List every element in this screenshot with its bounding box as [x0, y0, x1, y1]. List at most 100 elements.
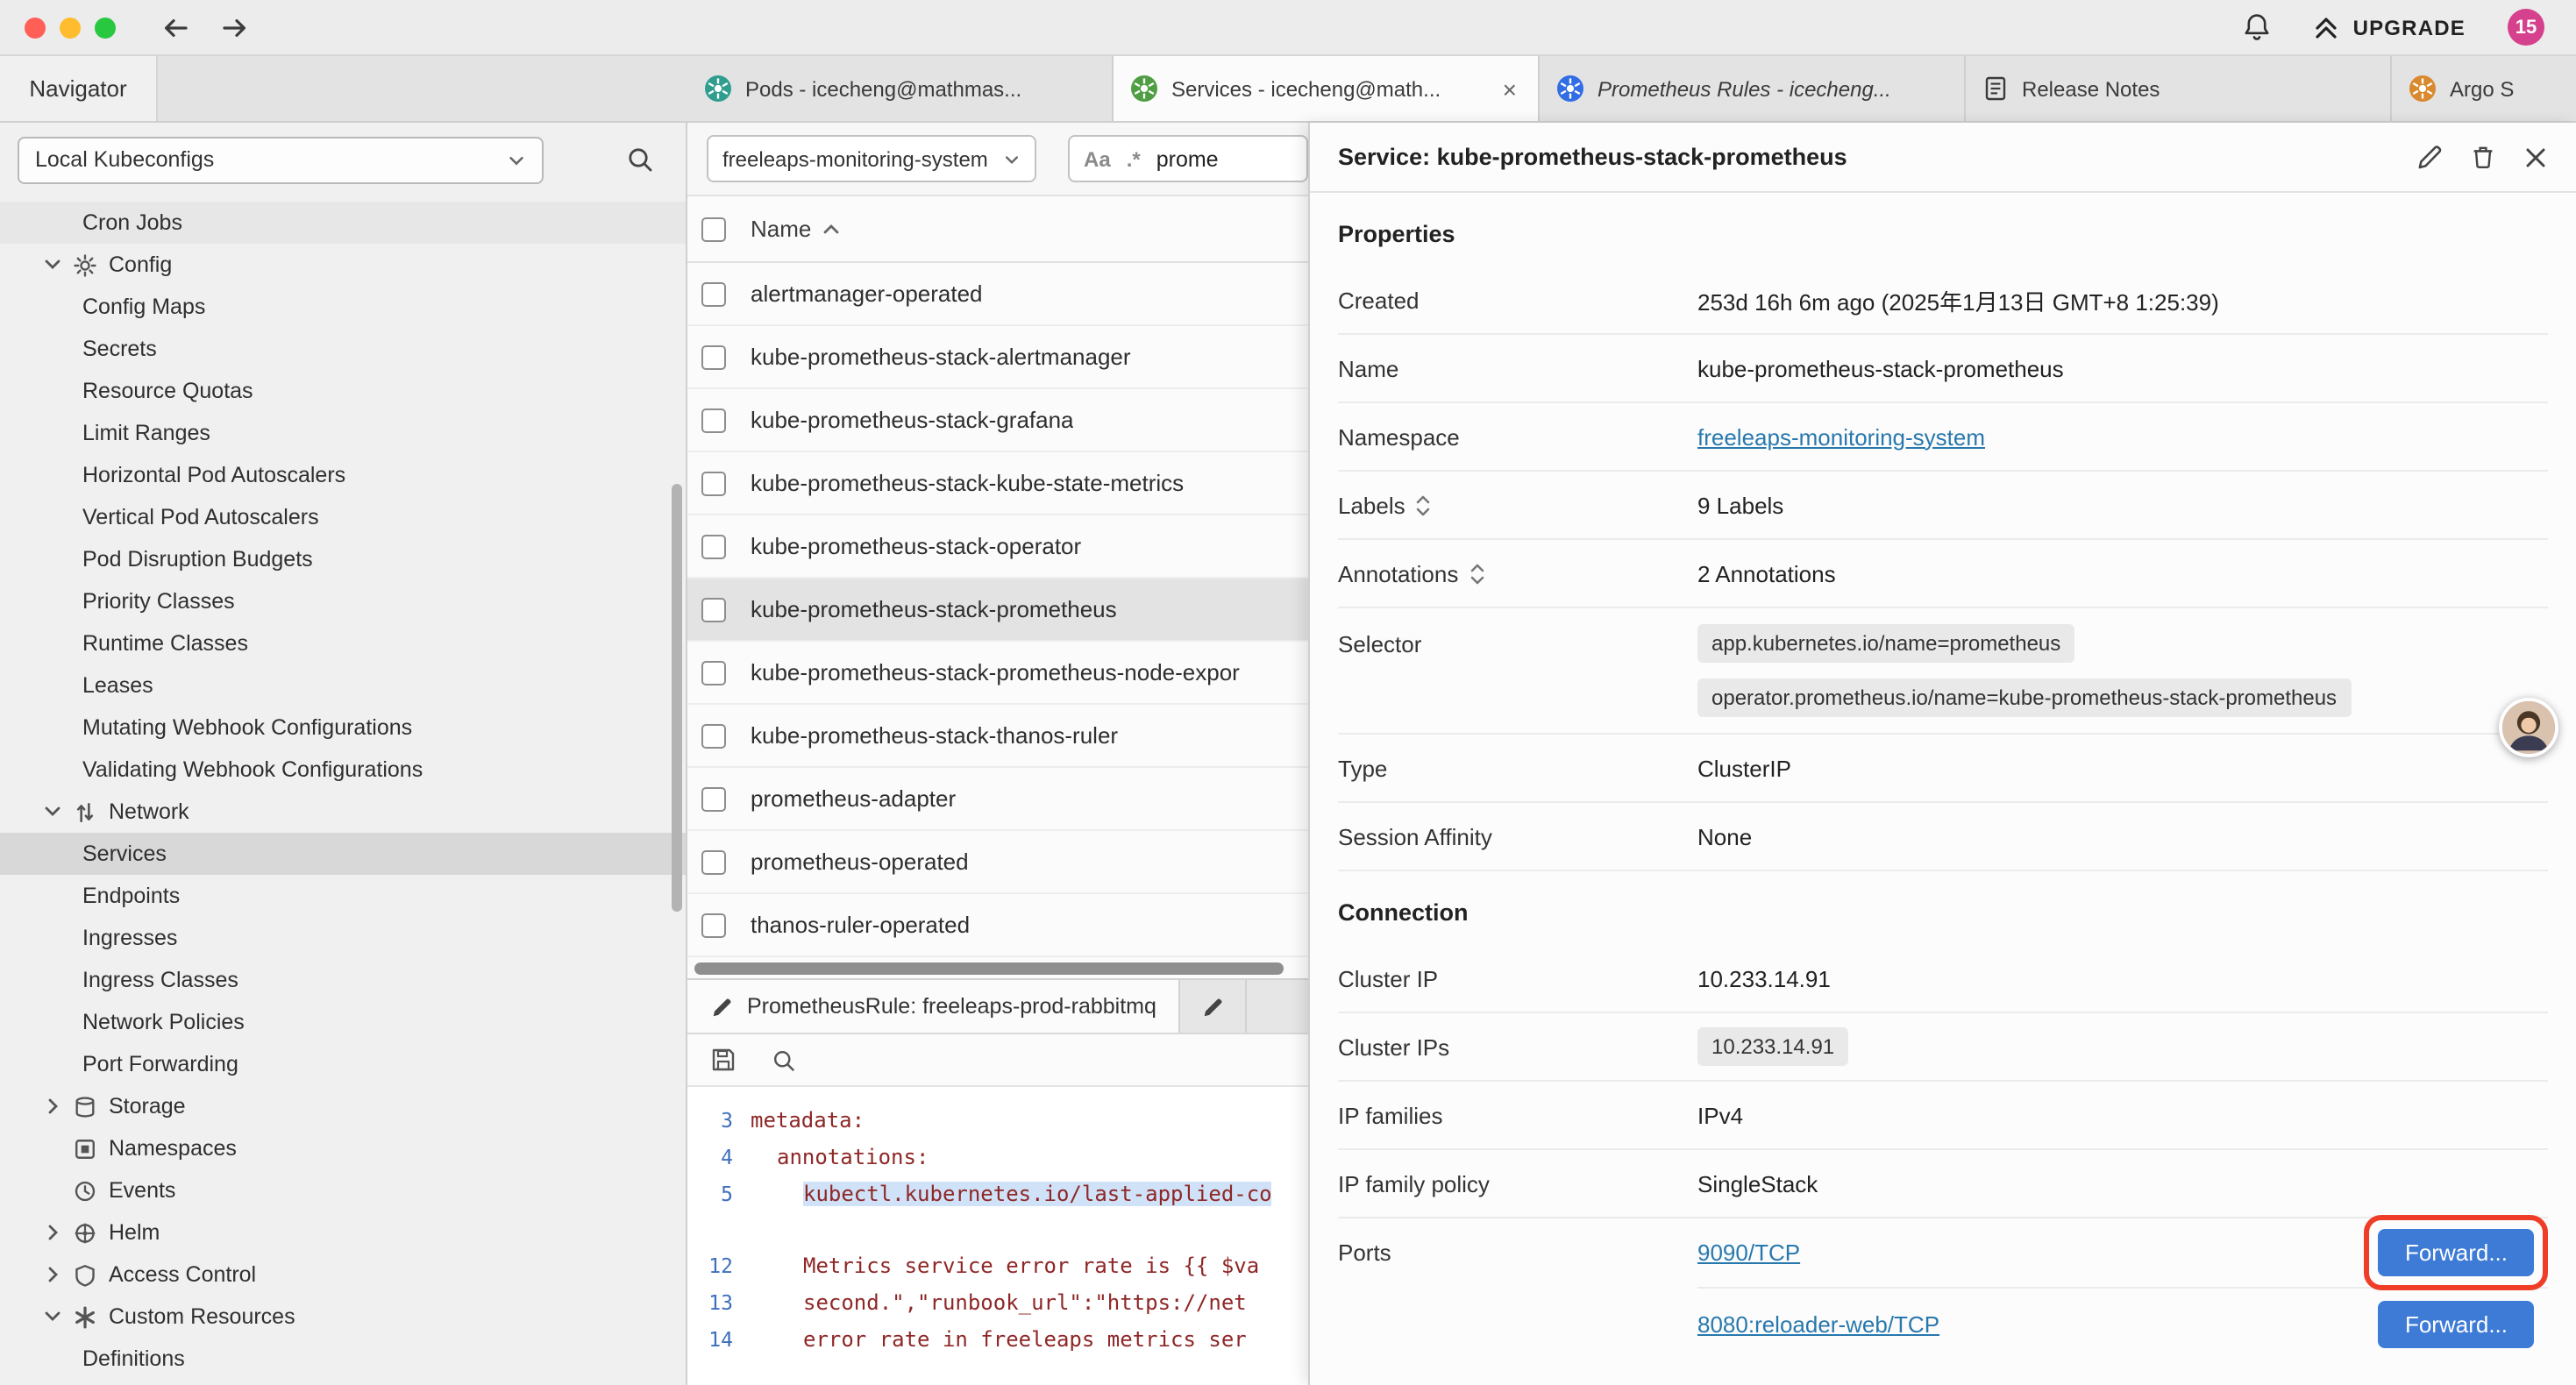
sidebar-item-ingress-classes[interactable]: Ingress Classes — [0, 959, 686, 1001]
kubernetes-cluster-icon — [2409, 75, 2436, 102]
forward-port-button[interactable]: Forward... — [2379, 1229, 2534, 1276]
close-tab-icon[interactable]: × — [1499, 73, 1520, 104]
row-checkbox[interactable] — [701, 913, 726, 937]
sidebar-item-runtime-classes[interactable]: Runtime Classes — [0, 622, 686, 664]
tab-release-notes[interactable]: Release Notes — [1966, 56, 2392, 121]
row-checkbox[interactable] — [701, 786, 726, 811]
table-row[interactable]: kube-prometheus-stack-grafana — [687, 389, 1308, 452]
maximize-window-button[interactable] — [95, 17, 116, 38]
app-window: UPGRADE 15 Navigator Pods - icecheng@mat… — [0, 0, 2576, 1385]
sidebar-item-config[interactable]: Config — [0, 244, 686, 286]
sidebar-item-network-policies[interactable]: Network Policies — [0, 1001, 686, 1043]
search-icon[interactable] — [626, 146, 654, 174]
port-link-8080-reloader-web-tcp[interactable]: 8080:reloader-web/TCP — [1697, 1310, 1939, 1337]
table-search-input[interactable]: Aa .* prome — [1068, 135, 1308, 182]
table-row[interactable]: kube-prometheus-stack-alertmanager — [687, 326, 1308, 389]
row-checkbox[interactable] — [701, 597, 726, 621]
sidebar-item-network[interactable]: Network — [0, 791, 686, 833]
sidebar-item-definitions[interactable]: Definitions — [0, 1338, 686, 1380]
sidebar-item-storage[interactable]: Storage — [0, 1085, 686, 1127]
sidebar-item-priority-classes[interactable]: Priority Classes — [0, 580, 686, 622]
editor-line: 12Metrics service error rate is {{ $va — [687, 1246, 1308, 1283]
chevron-down-icon — [42, 801, 63, 822]
sidebar-item-horizontal-pod-autoscalers[interactable]: Horizontal Pod Autoscalers — [0, 454, 686, 496]
tab-pods[interactable]: Pods - icecheng@mathmas... — [687, 56, 1114, 121]
editor-search-icon[interactable] — [772, 1048, 796, 1072]
sidebar-scrollbar[interactable] — [672, 484, 682, 912]
row-checkbox[interactable] — [701, 344, 726, 369]
close-drawer-icon[interactable] — [2523, 145, 2548, 169]
dock-tab-prometheusrule[interactable]: PrometheusRule: freeleaps-prod-rabbitmq — [687, 980, 1181, 1033]
table-row[interactable]: alertmanager-operated — [687, 263, 1308, 326]
table-row[interactable]: thanos-ruler-operated — [687, 894, 1308, 957]
delete-trash-icon[interactable] — [2471, 144, 2495, 170]
sidebar-item-limit-ranges[interactable]: Limit Ranges — [0, 412, 686, 454]
row-checkbox[interactable] — [701, 849, 726, 874]
close-window-button[interactable] — [25, 17, 46, 38]
namespace-filter-dropdown[interactable]: freeleaps-monitoring-system — [707, 135, 1036, 182]
table-row[interactable]: kube-prometheus-stack-operator — [687, 515, 1308, 579]
navigator-tab[interactable]: Navigator — [0, 56, 158, 121]
table-row-selected[interactable]: kube-prometheus-stack-prometheus — [687, 579, 1308, 642]
sidebar-item-custom-resources[interactable]: Custom Resources — [0, 1296, 686, 1338]
namespace-link[interactable]: freeleaps-monitoring-system — [1697, 423, 1985, 450]
regex-toggle[interactable]: .* — [1127, 146, 1141, 171]
tab-services[interactable]: Services - icecheng@math... × — [1114, 56, 1540, 121]
sidebar-item-access-control[interactable]: Access Control — [0, 1254, 686, 1296]
table-row[interactable]: prometheus-adapter — [687, 768, 1308, 831]
name-column-header[interactable]: Name — [751, 216, 839, 242]
sidebar-item-helm[interactable]: Helm — [0, 1211, 686, 1254]
row-checkbox[interactable] — [701, 723, 726, 748]
sidebar-item-validating-webhook-configurations[interactable]: Validating Webhook Configurations — [0, 749, 686, 791]
match-case-toggle[interactable]: Aa — [1084, 146, 1111, 171]
sidebar-item-namespaces[interactable]: Namespaces — [0, 1127, 686, 1169]
sidebar-item-endpoints[interactable]: Endpoints — [0, 875, 686, 917]
tab-argo[interactable]: Argo S — [2392, 56, 2576, 121]
sidebar-item-leases[interactable]: Leases — [0, 664, 686, 707]
sidebar-item-port-forwarding[interactable]: Port Forwarding — [0, 1043, 686, 1085]
minimize-window-button[interactable] — [60, 17, 81, 38]
edit-pencil-icon[interactable] — [2416, 144, 2443, 170]
kubernetes-cluster-icon — [1131, 75, 1157, 102]
expand-toggle-icon[interactable] — [1416, 494, 1432, 516]
yaml-editor[interactable]: 3metadata: 4annotations: 5kubectl.kubern… — [687, 1087, 1308, 1385]
sidebar-item-config-maps[interactable]: Config Maps — [0, 286, 686, 328]
notifications-bell-icon[interactable] — [2243, 12, 2271, 42]
sidebar-item-services[interactable]: Services — [0, 833, 686, 875]
sidebar-item-pod-disruption-budgets[interactable]: Pod Disruption Budgets — [0, 538, 686, 580]
table-row[interactable]: kube-prometheus-stack-thanos-ruler — [687, 705, 1308, 768]
notification-count-badge[interactable]: 15 — [2508, 9, 2544, 46]
sidebar-item-mutating-webhook-configurations[interactable]: Mutating Webhook Configurations — [0, 707, 686, 749]
table-row[interactable]: kube-prometheus-stack-prometheus-node-ex… — [687, 642, 1308, 705]
upgrade-button[interactable]: UPGRADE — [2313, 15, 2466, 39]
row-checkbox[interactable] — [701, 534, 726, 558]
sidebar-item-vertical-pod-autoscalers[interactable]: Vertical Pod Autoscalers — [0, 496, 686, 538]
service-details-drawer: Service: kube-prometheus-stack-prometheu… — [1308, 123, 2576, 1385]
port-link-9090-tcp[interactable]: 9090/TCP — [1697, 1239, 1800, 1266]
save-icon[interactable] — [710, 1047, 737, 1073]
row-checkbox[interactable] — [701, 471, 726, 495]
forward-arrow-icon[interactable] — [221, 15, 249, 39]
sidebar-item-resource-quotas[interactable]: Resource Quotas — [0, 370, 686, 412]
table-row[interactable]: kube-prometheus-stack-kube-state-metrics — [687, 452, 1308, 515]
select-all-checkbox[interactable] — [701, 217, 726, 241]
sidebar-item-secrets[interactable]: Secrets — [0, 328, 686, 370]
property-row-created: Created 253d 16h 6m ago (2025年1月13日 GMT+… — [1338, 266, 2548, 335]
tab-prometheus-rules[interactable]: Prometheus Rules - icecheng... — [1540, 56, 1966, 121]
kubeconfig-selector-dropdown[interactable]: Local Kubeconfigs — [18, 136, 544, 183]
sidebar-item-cron-jobs[interactable]: Cron Jobs — [0, 202, 686, 244]
expand-toggle-icon[interactable] — [1469, 562, 1484, 585]
back-arrow-icon[interactable] — [161, 15, 189, 39]
horizontal-scrollbar[interactable] — [687, 957, 1308, 978]
row-checkbox[interactable] — [701, 408, 726, 432]
forward-port-button[interactable]: Forward... — [2379, 1300, 2534, 1347]
table-row[interactable]: prometheus-operated — [687, 831, 1308, 894]
user-avatar[interactable] — [2499, 698, 2558, 757]
navigator-header: Navigator — [0, 56, 687, 121]
custom-resources-asterisk-icon — [74, 1305, 96, 1328]
dock-tab-partial[interactable] — [1181, 980, 1248, 1033]
row-checkbox[interactable] — [701, 660, 726, 685]
sidebar-item-ingresses[interactable]: Ingresses — [0, 917, 686, 959]
row-checkbox[interactable] — [701, 281, 726, 306]
sidebar-item-events[interactable]: Events — [0, 1169, 686, 1211]
